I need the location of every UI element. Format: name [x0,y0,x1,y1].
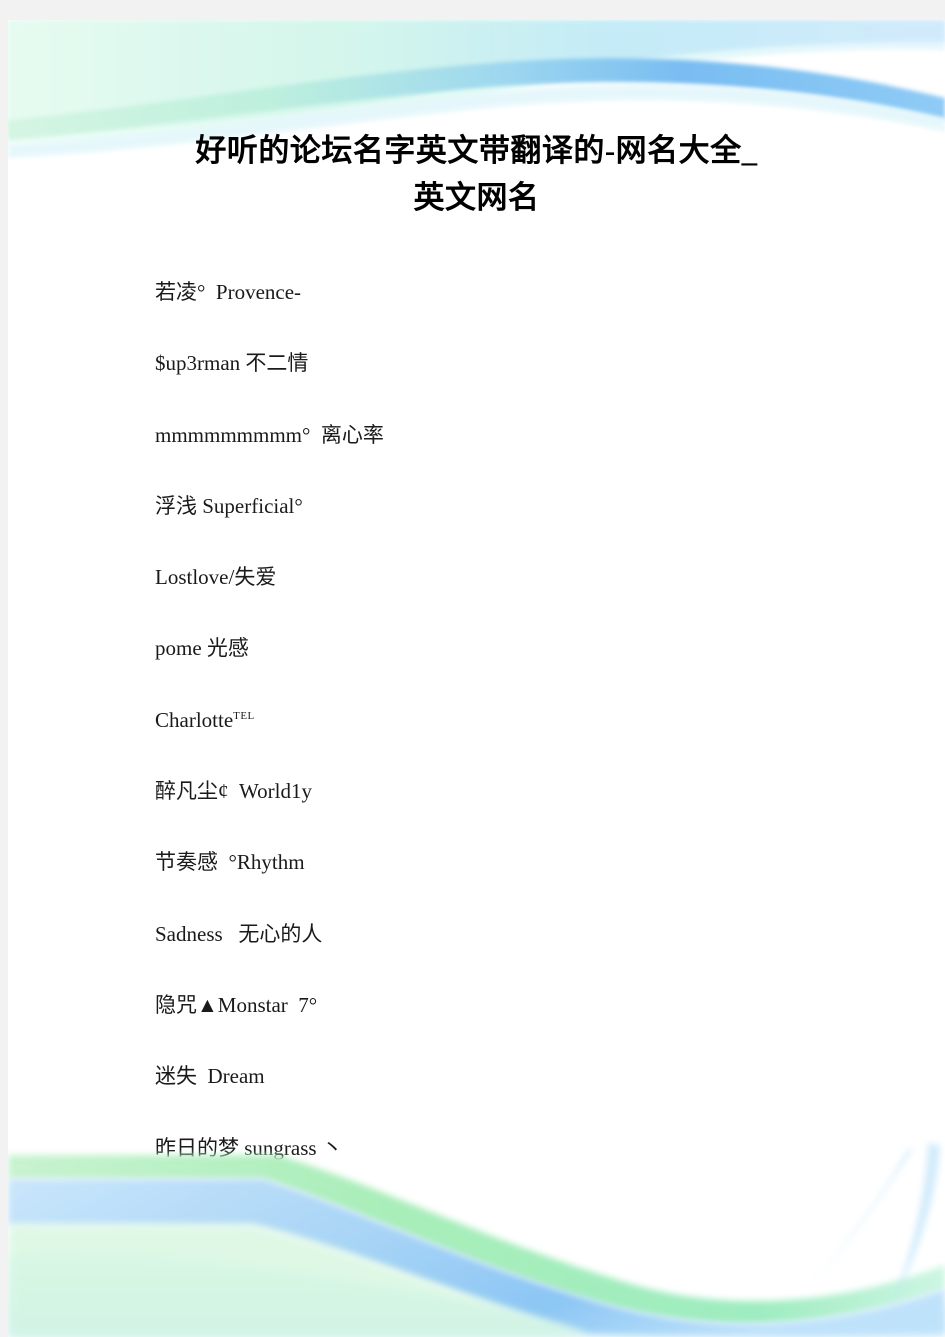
nickname-line: $up3rman 不二情 [155,351,309,376]
nickname-line: 浮浅 Superficial° [155,493,303,518]
nickname-line: 节奏感 °Rhythm [155,850,305,875]
nickname-line-charlotte: CharlotteTEL [155,707,855,732]
body-text: 若凌° Provence- $up3rman 不二情 mmmmmmmmm° 离心… [155,282,855,1209]
nickname-line: 隐咒▲Monstar 7° [155,992,318,1017]
nickname-line: 迷失 Dream [155,1064,265,1089]
nickname-line: Lostlove/失爱 [155,565,277,590]
page-title: 好听的论坛名字英文带翻译的-网名大全_ 英文网名 [8,128,945,221]
nickname-line: pome 光感 [155,636,249,661]
page-title-line-1: 好听的论坛名字英文带翻译的-网名大全_ [195,133,758,168]
nickname-line: 若凌° Provence- [155,280,302,304]
nickname-line: Sadness 无心的人 [155,921,323,946]
nickname-line: 醉凡尘¢ World1y [155,779,312,804]
charlotte-superscript: TEL [233,709,255,722]
nickname-text: Charlotte [155,707,234,732]
document-page: 好听的论坛名字英文带翻译的-网名大全_ 英文网名 若凌° Provence- $… [8,20,945,1337]
page-title-line-2: 英文网名 [413,179,540,215]
nickname-line: 昨日的梦 sungrass 丶 [155,1135,343,1160]
nickname-line: mmmmmmmmm° 离心率 [155,422,384,447]
